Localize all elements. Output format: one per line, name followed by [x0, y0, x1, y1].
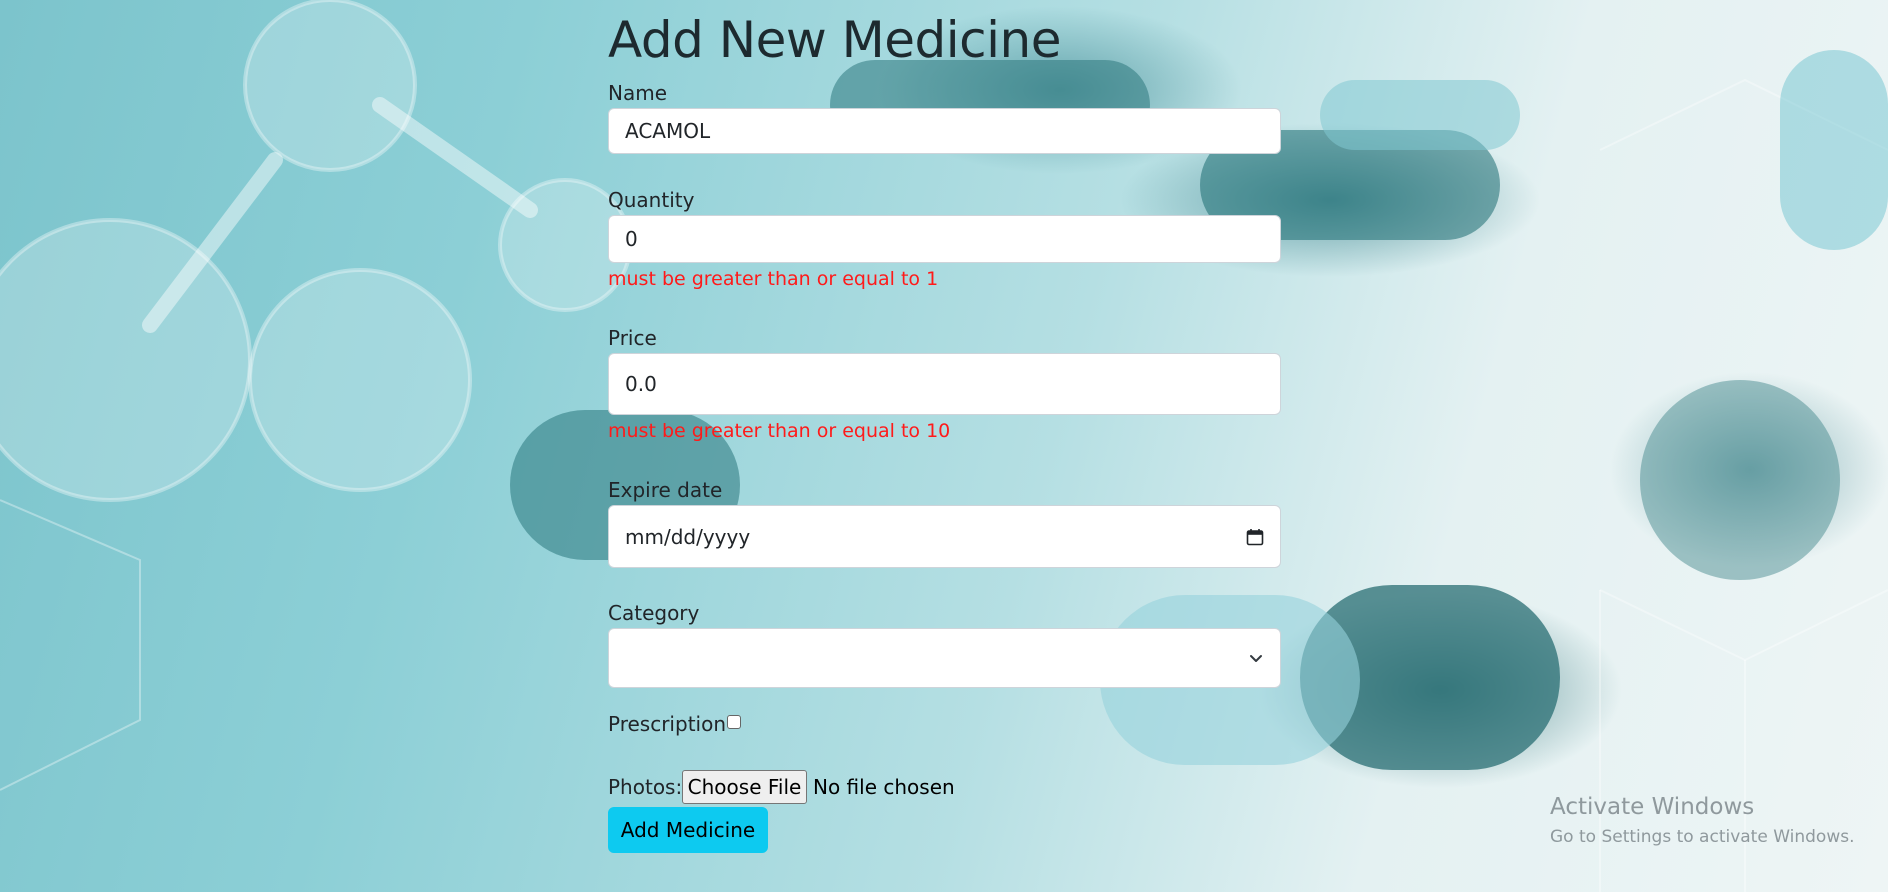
windows-activation-watermark: Activate Windows Go to Settings to activ… [1550, 793, 1855, 849]
prescription-checkbox[interactable] [727, 715, 741, 729]
price-label: Price [608, 326, 657, 350]
watermark-title: Activate Windows [1550, 794, 1755, 820]
file-status: No file chosen [813, 775, 955, 799]
calendar-icon[interactable] [1246, 528, 1264, 546]
page-title: Add New Medicine [608, 11, 1062, 69]
quantity-label: Quantity [608, 188, 695, 212]
chevron-down-icon [1248, 650, 1264, 666]
name-input[interactable]: ACAMOL [608, 108, 1281, 154]
category-label: Category [608, 601, 700, 625]
expire-date-input[interactable]: mm/dd/yyyy [608, 505, 1281, 568]
price-input[interactable]: 0.0 [608, 353, 1281, 415]
expire-date-placeholder: mm/dd/yyyy [625, 524, 751, 549]
quantity-error: must be greater than or equal to 1 [608, 268, 939, 290]
price-input-value: 0.0 [625, 372, 657, 396]
category-select[interactable] [608, 628, 1281, 688]
quantity-input[interactable]: 0 [608, 215, 1281, 263]
photos-label: Photos: [608, 775, 683, 799]
price-error: must be greater than or equal to 10 [608, 420, 951, 442]
prescription-label: Prescription [608, 712, 726, 736]
quantity-input-value: 0 [625, 227, 638, 251]
name-input-value: ACAMOL [625, 119, 711, 143]
choose-file-button[interactable]: Choose File [682, 770, 807, 804]
watermark-subtitle: Go to Settings to activate Windows. [1550, 827, 1855, 847]
expire-date-label: Expire date [608, 478, 723, 502]
name-label: Name [608, 81, 668, 105]
add-medicine-button[interactable]: Add Medicine [608, 807, 768, 853]
